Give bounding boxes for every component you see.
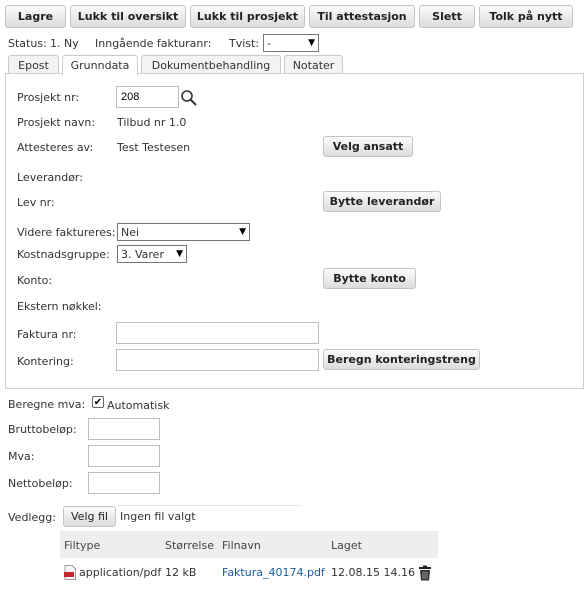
automatic-checkbox[interactable]: ✔ (92, 396, 104, 408)
attachment-label: Vedlegg: (8, 511, 56, 524)
dispute-label: Tvist: (229, 37, 260, 50)
attested-by-label: Attesteres av: (17, 141, 94, 154)
invoice-no-input[interactable] (116, 322, 319, 344)
vat-amount-label: Mva: (8, 450, 35, 463)
project-name-label: Prosjekt navn: (17, 116, 96, 129)
account-label: Konto: (17, 274, 53, 287)
project-name-value: Tilbud nr 1.0 (117, 116, 187, 129)
supplier-label: Leverandør: (17, 171, 83, 184)
divider (118, 505, 301, 506)
tab-dokumentbehandling[interactable]: Dokumentbehandling (141, 55, 281, 74)
cost-group-select-value: 3. Varer (121, 247, 164, 261)
cost-group-label: Kostnadsgruppe: (17, 248, 110, 261)
file-type-cell: application/pdf (79, 566, 162, 579)
tab-grunndata[interactable]: Grunndata (62, 55, 138, 75)
close-to-project-button[interactable]: Lukk til prosjekt (190, 5, 305, 28)
select-employee-button[interactable]: Velg ansatt (323, 136, 413, 157)
status-label: Status: (8, 37, 47, 50)
chevron-down-icon: ▼ (308, 38, 315, 48)
save-button[interactable]: Lagre (5, 5, 66, 28)
chevron-down-icon: ▼ (239, 227, 246, 237)
reinvoice-select[interactable]: Nei ▼ (117, 223, 250, 241)
invoice-no-label: Faktura nr: (17, 328, 77, 341)
file-size-cell: 12 kB (165, 566, 197, 579)
tab-notater[interactable]: Notater (284, 55, 343, 74)
delete-button[interactable]: Slett (419, 5, 475, 28)
to-attestation-button[interactable]: Til attestasjon (309, 5, 415, 28)
no-file-chosen-text: Ingen fil valgt (120, 510, 196, 523)
dispute-select-value: - (267, 36, 271, 50)
dispute-select[interactable]: - ▼ (263, 34, 319, 52)
column-header-filetype: Filtype (64, 539, 101, 552)
search-icon[interactable] (180, 89, 198, 107)
column-header-created: Laget (331, 539, 362, 552)
cost-group-select[interactable]: 3. Varer ▼ (117, 245, 187, 263)
gross-amount-label: Bruttobeløp: (8, 423, 77, 436)
calc-vat-label: Beregne mva: (8, 398, 86, 411)
project-no-input[interactable] (116, 86, 179, 108)
vat-amount-input[interactable] (88, 445, 160, 467)
pdf-icon (64, 565, 76, 580)
supplier-no-label: Lev nr: (17, 196, 55, 209)
interpret-again-button[interactable]: Tolk på nytt (479, 5, 573, 28)
attested-by-value: Test Testesen (117, 141, 191, 154)
net-amount-label: Nettobeløp: (8, 477, 73, 490)
file-name-link[interactable]: Faktura_40174.pdf (222, 566, 325, 579)
external-key-label: Ekstern nøkkel: (17, 300, 102, 313)
tab-epost[interactable]: Epost (8, 55, 59, 74)
close-to-overview-button[interactable]: Lukk til oversikt (70, 5, 186, 28)
gross-amount-input[interactable] (88, 418, 160, 440)
choose-file-button[interactable]: Velg fil (63, 506, 116, 527)
status-value: 1. Ny (50, 37, 79, 50)
incoming-invoice-no-label: Inngående fakturanr: (95, 37, 212, 50)
posting-label: Kontering: (17, 355, 74, 368)
trash-icon[interactable] (418, 565, 432, 581)
reinvoice-select-value: Nei (121, 225, 140, 239)
change-account-button[interactable]: Bytte konto (323, 268, 416, 289)
column-header-filename: Filnavn (222, 539, 261, 552)
automatic-label: Automatisk (107, 399, 170, 412)
change-supplier-button[interactable]: Bytte leverandør (323, 191, 441, 212)
reinvoice-label: Videre faktureres: (17, 226, 116, 239)
net-amount-input[interactable] (88, 472, 160, 494)
project-no-label: Prosjekt nr: (17, 91, 80, 104)
column-header-size: Størrelse (165, 539, 214, 552)
chevron-down-icon: ▼ (176, 249, 183, 259)
posting-input[interactable] (116, 349, 319, 371)
file-created-cell: 12.08.15 14.16 (331, 566, 415, 579)
calc-posting-button[interactable]: Beregn konteringstreng (323, 349, 480, 370)
